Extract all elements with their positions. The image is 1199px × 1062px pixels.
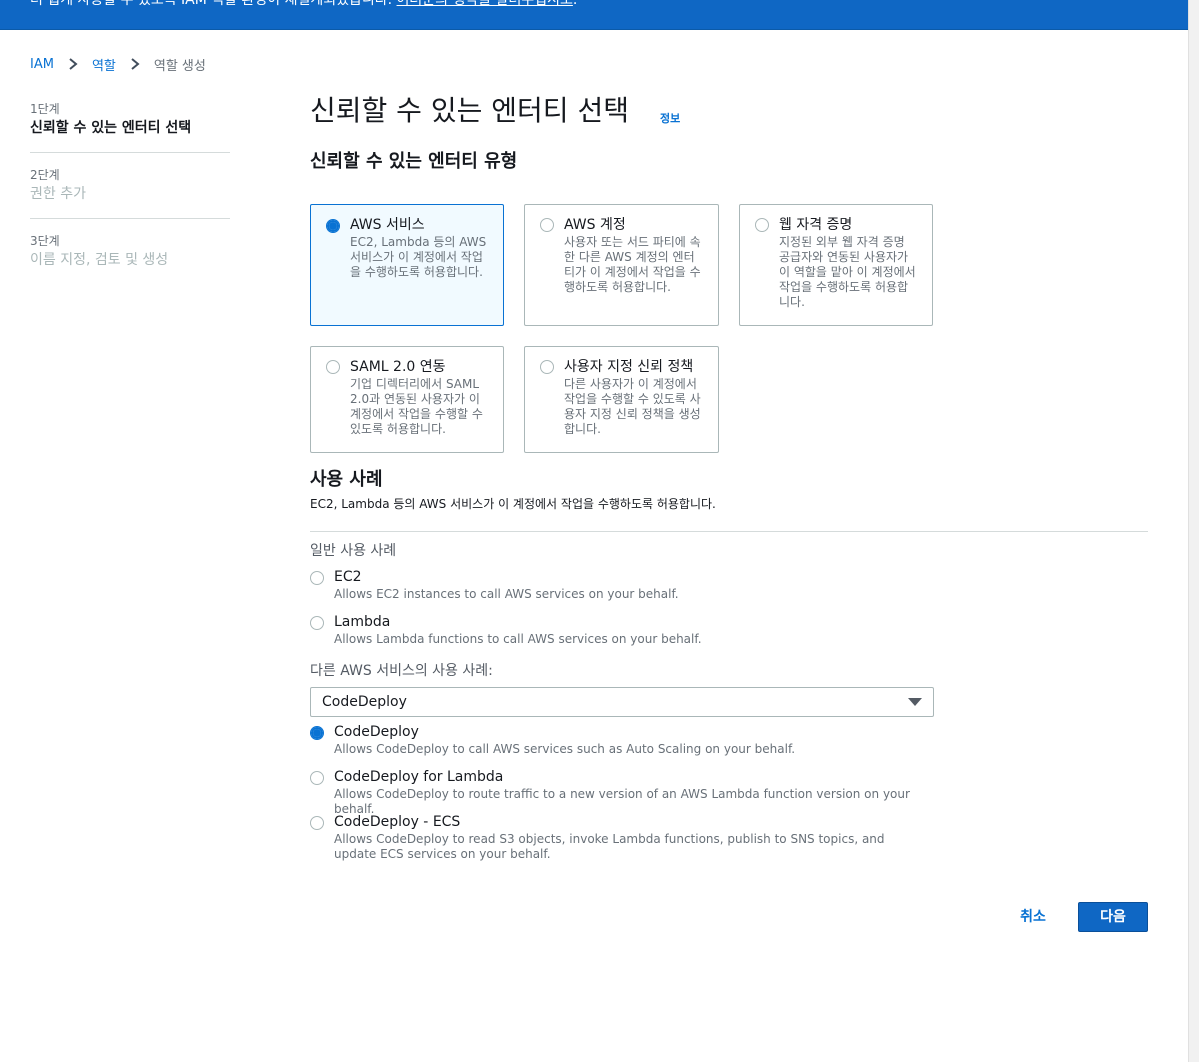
tile-description: 다른 사용자가 이 계정에서 작업을 수행할 수 있도록 사용자 지정 신뢰 정… <box>564 377 701 436</box>
service-select-value: CodeDeploy <box>322 694 407 710</box>
option-title: CodeDeploy for Lambda <box>334 769 504 785</box>
other-use-cases-label: 다른 AWS 서비스의 사용 사례: <box>310 663 493 679</box>
tile-web-identity[interactable]: 웹 자격 증명 지정된 외부 웹 자격 증명 공급자와 연동된 사용자가 이 역… <box>739 204 933 326</box>
vertical-scrollbar[interactable] <box>1188 0 1199 1062</box>
option-title: CodeDeploy - ECS <box>334 814 461 830</box>
section-title: 신뢰할 수 있는 엔터티 유형 <box>310 151 518 172</box>
breadcrumb-current: 역할 생성 <box>153 58 206 74</box>
radio-icon[interactable] <box>755 218 769 232</box>
next-button[interactable]: 다음 <box>1078 902 1148 932</box>
tile-description: 사용자 또는 서드 파티에 속한 다른 AWS 계정의 엔터티가 이 계정에서 … <box>564 235 701 294</box>
step-number: 3단계 <box>30 234 60 248</box>
step-label: 권한 추가 <box>30 186 86 202</box>
chevron-right-icon <box>131 58 140 70</box>
step-label: 이름 지정, 검토 및 생성 <box>30 252 169 268</box>
radio-icon[interactable] <box>326 219 340 233</box>
wizard-steps: 1단계 신뢰할 수 있는 엔터티 선택 2단계 권한 추가 3단계 이름 지정,… <box>30 100 230 297</box>
tile-saml[interactable]: SAML 2.0 연동 기업 디렉터리에서 SAML 2.0과 연동된 사용자가… <box>310 346 504 453</box>
cancel-button[interactable]: 취소 <box>1012 903 1054 931</box>
radio-icon[interactable] <box>310 571 324 585</box>
tile-description: 기업 디렉터리에서 SAML 2.0과 연동된 사용자가 이 계정에서 작업을 … <box>350 377 483 436</box>
service-select[interactable]: CodeDeploy <box>310 687 934 717</box>
step-number: 1단계 <box>30 102 60 116</box>
chevron-right-icon <box>69 58 78 70</box>
step-label: 신뢰할 수 있는 엔터티 선택 <box>30 120 192 136</box>
option-description: Allows Lambda functions to call AWS serv… <box>334 632 702 646</box>
radio-icon[interactable] <box>326 360 340 374</box>
feedback-link[interactable]: 여러분의 생각을 알려주십시오 <box>397 0 573 8</box>
option-description: Allows EC2 instances to call AWS service… <box>334 587 679 601</box>
tile-title: AWS 계정 <box>564 217 626 233</box>
notification-banner: 더 쉽게 사용할 수 있도록 IAM 역할 환경이 재설계되었습니다. 여러분의… <box>0 0 1188 30</box>
tile-title: 사용자 지정 신뢰 정책 <box>564 359 694 375</box>
caret-down-icon <box>908 698 922 706</box>
option-description: Allows CodeDeploy to call AWS services s… <box>334 742 796 756</box>
radio-icon[interactable] <box>310 816 324 830</box>
step-3: 3단계 이름 지정, 검토 및 생성 <box>30 232 230 284</box>
banner-suffix: . <box>572 0 578 8</box>
radio-icon[interactable] <box>310 616 324 630</box>
tile-custom-trust-policy[interactable]: 사용자 지정 신뢰 정책 다른 사용자가 이 계정에서 작업을 수행할 수 있도… <box>524 346 719 453</box>
radio-icon[interactable] <box>310 726 324 740</box>
tile-description: 지정된 외부 웹 자격 증명 공급자와 연동된 사용자가 이 역할을 맡아 이 … <box>779 235 916 309</box>
breadcrumb-roles[interactable]: 역할 <box>92 55 116 74</box>
banner-text-wrap: 더 쉽게 사용할 수 있도록 IAM 역할 환경이 재설계되었습니다. 여러분의… <box>30 0 577 7</box>
radio-icon[interactable] <box>540 218 554 232</box>
use-case-heading: 사용 사례 <box>310 469 383 490</box>
breadcrumb-iam[interactable]: IAM <box>30 57 54 72</box>
banner-text: 더 쉽게 사용할 수 있도록 IAM 역할 환경이 재설계되었습니다. <box>30 0 393 8</box>
use-case-description: EC2, Lambda 등의 AWS 서비스가 이 계정에서 작업을 수행하도록… <box>310 497 716 511</box>
tile-aws-service[interactable]: AWS 서비스 EC2, Lambda 등의 AWS 서비스가 이 계정에서 작… <box>310 204 504 326</box>
breadcrumb: IAM 역할 역할 생성 <box>30 55 206 74</box>
page-title: 신뢰할 수 있는 엔터티 선택 <box>310 94 629 127</box>
option-title: Lambda <box>334 614 391 630</box>
option-title: EC2 <box>334 569 362 585</box>
tile-description: EC2, Lambda 등의 AWS 서비스가 이 계정에서 작업을 수행하도록… <box>350 235 487 279</box>
divider <box>310 531 1148 532</box>
radio-icon[interactable] <box>310 771 324 785</box>
tile-aws-account[interactable]: AWS 계정 사용자 또는 서드 파티에 속한 다른 AWS 계정의 엔터티가 … <box>524 204 719 326</box>
common-use-cases-label: 일반 사용 사례 <box>310 543 397 559</box>
info-link[interactable]: 정보 <box>660 110 680 126</box>
step-number: 2단계 <box>30 168 60 182</box>
option-description: Allows CodeDeploy to read S3 objects, in… <box>334 832 885 861</box>
step-2: 2단계 권한 추가 <box>30 166 230 219</box>
tile-title: 웹 자격 증명 <box>779 217 853 233</box>
tile-title: AWS 서비스 <box>350 217 425 233</box>
tile-title: SAML 2.0 연동 <box>350 359 446 375</box>
radio-icon[interactable] <box>540 360 554 374</box>
step-1: 1단계 신뢰할 수 있는 엔터티 선택 <box>30 100 230 153</box>
option-title: CodeDeploy <box>334 724 419 740</box>
